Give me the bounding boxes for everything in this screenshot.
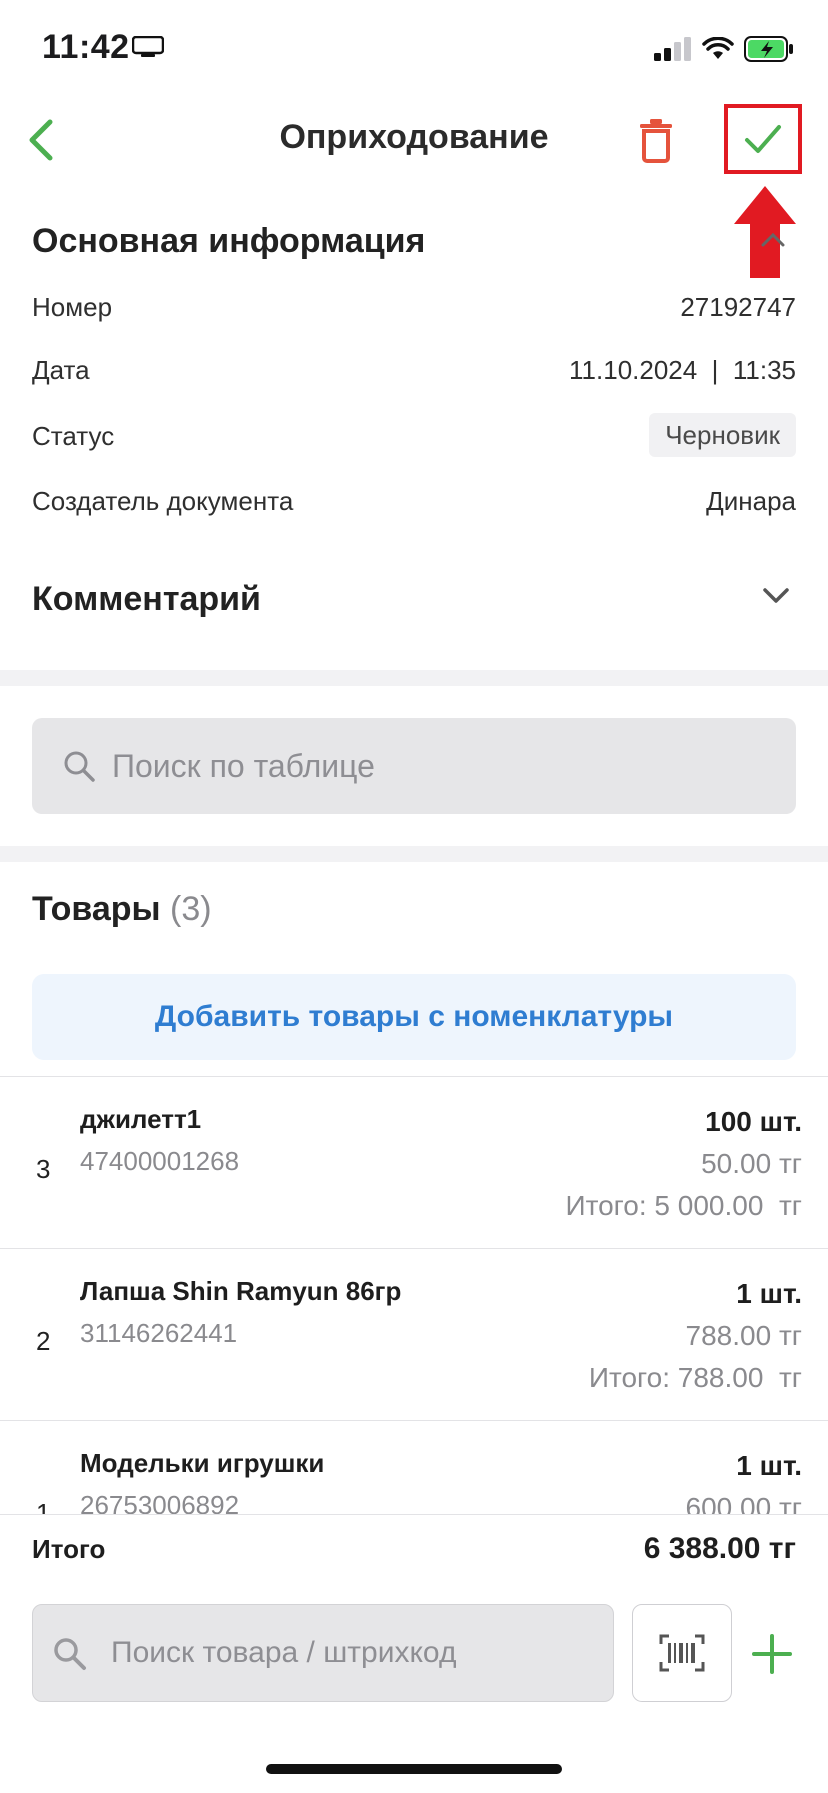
status-time: 11:42: [42, 28, 130, 66]
goods-title: Товары (3): [32, 890, 212, 929]
section-divider: [0, 846, 828, 862]
signal-icon: [654, 37, 691, 61]
status-icons: [654, 36, 794, 62]
barcode-icon: [659, 1634, 705, 1672]
item-name: джилетт1: [80, 1104, 202, 1134]
status-badge: Черновик: [649, 413, 796, 457]
product-search-input[interactable]: Поиск товара / штрихкод: [32, 1604, 614, 1702]
barcode-scan-button[interactable]: [632, 1604, 732, 1702]
list-item[interactable]: 3 джилетт1 47400001268 100 шт. 50.00 тг …: [0, 1078, 828, 1248]
page-title: Оприходование: [279, 118, 549, 156]
comment-title[interactable]: Комментарий: [32, 580, 261, 619]
section-divider: [0, 670, 828, 686]
date-label: Дата: [32, 355, 90, 385]
item-total: Итого: 5 000.00 тг: [565, 1190, 802, 1221]
item-barcode: 47400001268: [80, 1146, 240, 1176]
plus-icon[interactable]: [748, 1630, 796, 1678]
item-price: 788.00 тг: [685, 1320, 802, 1351]
item-price: 50.00 тг: [701, 1148, 802, 1179]
add-from-catalog-button[interactable]: Добавить товары с номенклатуры: [32, 974, 796, 1060]
creator-label: Создатель документа: [32, 486, 294, 516]
number-label: Номер: [32, 292, 113, 322]
table-search-input[interactable]: Поиск по таблице: [32, 718, 796, 814]
divider: [0, 1420, 828, 1421]
checkmark-icon: [745, 125, 781, 153]
item-quantity: 1 шт.: [736, 1278, 802, 1309]
product-search-placeholder: Поиск товара / штрихкод: [111, 1636, 457, 1669]
goods-title-label: Товары: [32, 890, 161, 928]
search-icon: [54, 1638, 86, 1670]
date-value: 11.10.2024 | 11:35: [569, 355, 796, 385]
item-total: Итого: 788.00 тг: [588, 1362, 802, 1393]
goods-count: (3): [170, 890, 212, 928]
confirm-button[interactable]: [724, 104, 802, 174]
item-name: Модельки игрушки: [80, 1448, 325, 1478]
search-icon: [64, 751, 95, 782]
home-indicator: [266, 1764, 562, 1774]
status-label: Статус: [32, 421, 115, 451]
creator-value: Динара: [706, 486, 796, 516]
chevron-down-icon[interactable]: [762, 586, 790, 606]
battery-charging-icon: [744, 36, 793, 62]
item-name: Лапша Shin Ramyun 86гр: [80, 1276, 402, 1306]
number-value: 27192747: [680, 292, 796, 322]
wifi-icon: [702, 37, 734, 59]
total-label: Итого: [32, 1534, 106, 1564]
screen-mirroring-icon: [132, 36, 164, 57]
table-search-placeholder: Поиск по таблице: [112, 747, 375, 784]
divider: [0, 1248, 828, 1249]
item-index: 2: [36, 1326, 51, 1356]
total-value: 6 388.00 тг: [643, 1532, 796, 1565]
info-section-title: Основная информация: [32, 222, 426, 260]
back-chevron-icon[interactable]: [22, 116, 62, 164]
item-index: 3: [36, 1154, 51, 1184]
item-barcode: 31146262441: [80, 1318, 238, 1348]
trash-icon[interactable]: [636, 116, 676, 164]
divider: [0, 1076, 828, 1077]
chevron-up-icon[interactable]: [760, 232, 786, 248]
item-quantity: 100 шт.: [705, 1106, 802, 1137]
list-item[interactable]: 2 Лапша Shin Ramyun 86гр 31146262441 1 ш…: [0, 1250, 828, 1420]
item-quantity: 1 шт.: [736, 1450, 802, 1481]
